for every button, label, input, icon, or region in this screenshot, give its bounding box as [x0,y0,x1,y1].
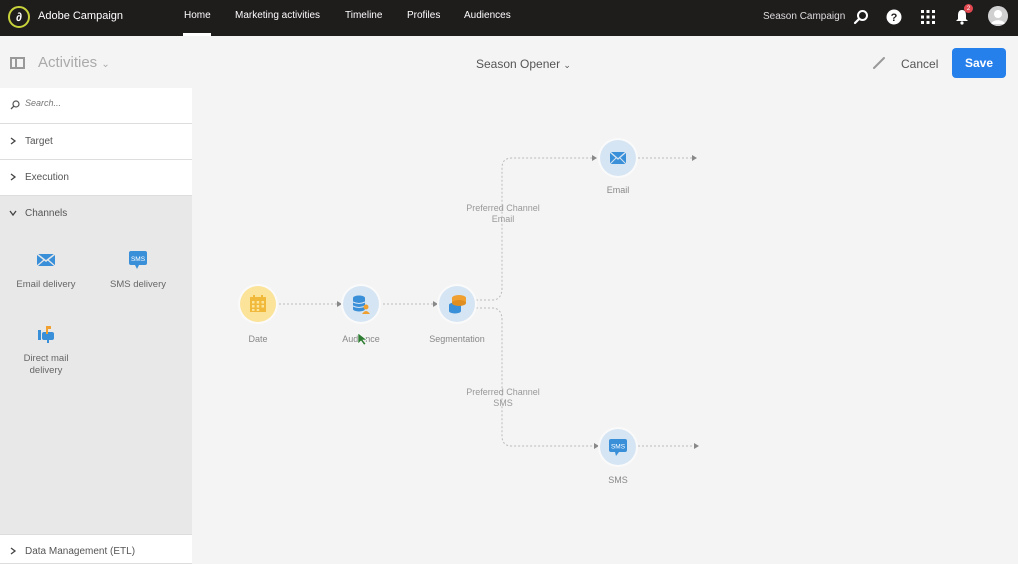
node-audience[interactable] [343,286,379,322]
tile-direct-mail-delivery[interactable]: Direct mail delivery [6,324,86,377]
segmentation-icon [449,295,466,314]
notification-badge: 2 [964,4,973,13]
workflow-title: Season Opener [476,57,561,71]
workflow-title-dropdown[interactable]: Season Opener ⌄ [476,57,571,71]
transition-line1: Preferred Channel [466,203,540,213]
help-icon[interactable]: ? [883,6,905,28]
sms-icon: SMS [129,251,147,269]
transition-line2: Email [491,214,515,224]
search-input[interactable] [25,98,175,108]
svg-text:SMS: SMS [131,256,146,263]
section-target[interactable]: Target [0,124,192,160]
arrow-head [337,301,342,307]
svg-text:SMS: SMS [611,444,626,451]
link-segmentation-email [476,157,592,301]
edit-pencil-icon[interactable] [871,55,887,71]
arrow-head [594,443,599,449]
transition-label-sms[interactable]: Preferred Channel SMS [458,387,548,409]
section-label: Channels [25,208,68,219]
section-label: Target [25,136,53,147]
node-segmentation[interactable] [439,286,475,322]
mouse-cursor-icon [357,332,368,346]
nav-timeline[interactable]: Timeline [345,10,382,21]
toggle-panel-icon[interactable] [10,57,25,69]
cancel-button[interactable]: Cancel [901,57,938,71]
chevron-right-icon [10,137,17,145]
adobe-campaign-logo[interactable]: ∂ [8,6,30,28]
tile-label: Direct mail delivery [23,353,69,376]
chevron-down-icon: ⌄ [101,59,110,70]
link-segmentation-sms [476,307,594,447]
section-channels[interactable]: Channels [0,196,192,232]
chevron-down-icon: ⌄ [563,60,571,70]
node-label: Date [248,334,268,344]
activities-label: Activities [38,54,98,71]
section-label: Data Management (ETL) [25,546,136,557]
chevron-right-icon [10,547,17,555]
tile-label: Email delivery [16,279,76,290]
calendar-icon [250,295,266,312]
node-email[interactable] [600,140,636,176]
email-icon [36,253,56,267]
transition-line1: Preferred Channel [466,387,540,397]
nav-home[interactable]: Home [184,10,211,21]
svg-text:?: ? [891,12,898,24]
section-execution[interactable]: Execution [0,160,192,196]
node-label: SMS [608,475,628,485]
search-icon [10,100,20,110]
search-icon[interactable] [850,6,872,28]
nav-marketing-activities[interactable]: Marketing activities [235,10,320,21]
nav-audiences[interactable]: Audiences [464,10,511,21]
tile-label: SMS delivery [110,279,166,290]
top-navigation-bar: ∂ Adobe Campaign Home Marketing activiti… [0,0,1018,36]
chevron-down-icon [9,210,17,217]
email-icon [609,151,627,165]
campaign-name[interactable]: Season Campaign [763,11,845,22]
tile-email-delivery[interactable]: Email delivery [6,250,86,291]
node-sms[interactable]: SMS [600,429,636,465]
arrow-head [694,443,699,449]
save-button[interactable]: Save [952,48,1006,78]
transition-line2: SMS [493,398,513,408]
sms-icon: SMS [609,439,627,456]
node-label: Segmentation [429,334,485,344]
nav-profiles[interactable]: Profiles [407,10,440,21]
tile-sms-delivery[interactable]: SMS SMS delivery [98,250,178,291]
workflow-canvas[interactable]: Date Audience Segmentation Email SMS SMS… [192,88,1018,560]
avatar[interactable] [988,6,1008,26]
app-title[interactable]: Adobe Campaign [38,10,123,22]
activities-panel: Target Execution Channels Email delivery… [0,88,192,564]
node-date[interactable] [240,286,276,322]
workflow-toolbar: Activities ⌄ Season Opener ⌄ Cancel Save [0,36,1018,88]
audience-icon [352,295,370,314]
node-label: Email [606,185,630,195]
arrow-head [692,155,697,161]
transition-label-email[interactable]: Preferred Channel Email [458,203,548,225]
arrow-head [433,301,438,307]
arrow-head [592,155,597,161]
mailbox-icon [38,326,54,343]
apps-grid-icon[interactable] [917,6,939,28]
section-label: Execution [25,172,69,183]
search-box [0,88,192,124]
activities-dropdown[interactable]: Activities ⌄ [38,54,110,71]
chevron-right-icon [10,173,17,181]
